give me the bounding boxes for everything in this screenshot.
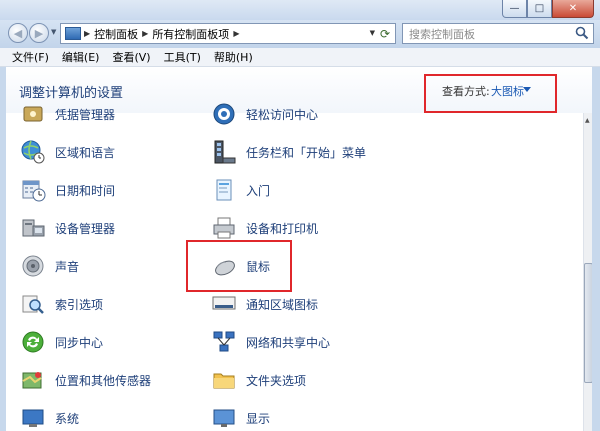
- search-placeholder: 搜索控制面板: [409, 27, 475, 41]
- scroll-up-icon[interactable]: ▲: [585, 117, 590, 124]
- view-mode-dropdown[interactable]: 大图标: [491, 83, 524, 99]
- forward-button[interactable]: ▶: [29, 23, 49, 43]
- breadcrumb-all-items[interactable]: 所有控制面板项: [152, 26, 229, 42]
- speaker-icon: [22, 255, 44, 277]
- item-label: 任务栏和「开始」菜单: [246, 145, 367, 160]
- arrow-left-icon: ◀: [13, 26, 23, 40]
- control-panel-icon: [65, 27, 81, 40]
- item-display[interactable]: 显示: [211, 403, 270, 431]
- control-panel-items: 凭据管理器 区域和语言 日期和时间 设备管理器 声音 索引选项 同步中心 位置和…: [6, 103, 582, 431]
- sync-center-icon: [22, 331, 44, 353]
- refresh-icon: ⟳: [379, 26, 391, 41]
- system-icon: [22, 409, 44, 427]
- maximize-button[interactable]: □: [527, 0, 552, 18]
- chevron-down-icon[interactable]: [523, 87, 531, 92]
- item-label: 设备管理器: [55, 221, 116, 236]
- item-label: 位置和其他传感器: [55, 373, 152, 388]
- menu-help[interactable]: 帮助(H): [214, 49, 253, 65]
- minimize-button[interactable]: —: [502, 0, 527, 18]
- item-notification-area-icons[interactable]: 通知区域图标: [211, 289, 318, 319]
- search-input[interactable]: 搜索控制面板: [402, 23, 594, 44]
- item-label: 显示: [246, 411, 271, 426]
- getting-started-icon: [216, 179, 232, 201]
- breadcrumb-control-panel[interactable]: 控制面板: [94, 26, 138, 42]
- menu-view[interactable]: 查看(V): [112, 49, 150, 65]
- item-taskbar-start-menu[interactable]: 任务栏和「开始」菜单: [211, 137, 366, 167]
- globe-clock-icon: [21, 140, 45, 164]
- item-label: 声音: [55, 259, 80, 274]
- item-folder-options[interactable]: 文件夹选项: [211, 365, 306, 395]
- item-label: 系统: [55, 411, 80, 426]
- item-mouse[interactable]: 鼠标: [211, 251, 270, 281]
- device-manager-icon: [22, 219, 45, 237]
- item-ease-of-access[interactable]: 轻松访问中心: [211, 99, 318, 129]
- printer-icon: [213, 217, 235, 239]
- item-system[interactable]: 系统: [20, 403, 79, 431]
- notification-area-icon: [212, 296, 236, 310]
- ease-of-access-icon: [213, 103, 235, 125]
- item-label: 轻松访问中心: [246, 107, 319, 122]
- network-icon: [213, 331, 235, 352]
- address-row: ◀ ▶ ▼ ▶ 控制面板 ▶ 所有控制面板项 ▶ ▼ ⟳ 搜索控制面板: [0, 20, 600, 48]
- item-sound[interactable]: 声音: [20, 251, 79, 281]
- item-credential-manager[interactable]: 凭据管理器: [20, 99, 115, 129]
- title-bar: — □ ✕: [0, 0, 600, 20]
- item-label: 网络和共享中心: [246, 335, 331, 350]
- address-dropdown-icon[interactable]: ▼: [370, 29, 375, 37]
- taskbar-icon: [214, 140, 236, 164]
- item-date-time[interactable]: 日期和时间: [20, 175, 115, 205]
- breadcrumb-separator-icon[interactable]: ▶: [142, 29, 148, 38]
- folder-options-icon: [213, 373, 235, 389]
- close-button[interactable]: ✕: [552, 0, 594, 18]
- location-sensor-icon: [22, 372, 42, 389]
- item-label: 区域和语言: [55, 145, 116, 160]
- breadcrumb-separator-icon[interactable]: ▶: [84, 29, 90, 38]
- item-network-sharing[interactable]: 网络和共享中心: [211, 327, 330, 357]
- item-device-manager[interactable]: 设备管理器: [20, 213, 115, 243]
- breadcrumb-separator-icon[interactable]: ▶: [233, 29, 239, 38]
- item-label: 鼠标: [246, 259, 271, 274]
- credential-icon: [23, 106, 43, 122]
- item-getting-started[interactable]: 入门: [211, 175, 270, 205]
- back-button[interactable]: ◀: [8, 23, 28, 43]
- item-indexing-options[interactable]: 索引选项: [20, 289, 103, 319]
- item-label: 设备和打印机: [246, 221, 319, 236]
- item-sync-center[interactable]: 同步中心: [20, 327, 103, 357]
- item-region-language[interactable]: 区域和语言: [20, 137, 115, 167]
- item-label: 入门: [246, 183, 271, 198]
- display-icon: [213, 409, 235, 427]
- menu-bar: 文件(F) 编辑(E) 查看(V) 工具(T) 帮助(H): [0, 48, 600, 67]
- vertical-scrollbar[interactable]: ▲: [583, 113, 592, 431]
- item-label: 凭据管理器: [55, 107, 116, 122]
- index-search-icon: [22, 295, 44, 314]
- item-devices-printers[interactable]: 设备和打印机: [211, 213, 318, 243]
- scrollbar-thumb[interactable]: [584, 263, 592, 383]
- menu-edit[interactable]: 编辑(E): [62, 49, 100, 65]
- item-label: 同步中心: [55, 335, 104, 350]
- view-mode-label: 查看方式:: [442, 85, 490, 98]
- window-controls: — □ ✕: [502, 0, 594, 18]
- recent-pages-dropdown[interactable]: ▼: [51, 28, 56, 36]
- item-label: 通知区域图标: [246, 297, 319, 312]
- search-icon[interactable]: [575, 26, 589, 40]
- calendar-clock-icon: [22, 180, 46, 202]
- item-label: 日期和时间: [55, 183, 116, 198]
- refresh-button[interactable]: ⟳: [377, 25, 393, 42]
- arrow-right-icon: ▶: [34, 26, 44, 40]
- item-label: 索引选项: [55, 297, 104, 312]
- menu-tools[interactable]: 工具(T): [164, 49, 201, 65]
- address-bar[interactable]: ▶ 控制面板 ▶ 所有控制面板项 ▶ ▼ ⟳: [60, 23, 396, 44]
- menu-file[interactable]: 文件(F): [12, 49, 49, 65]
- content-pane: 调整计算机的设置 查看方式: 大图标 凭据管理器 区域和语言 日期和时间 设备管…: [6, 67, 592, 431]
- item-location-sensors[interactable]: 位置和其他传感器: [20, 365, 151, 395]
- mouse-icon: [215, 260, 235, 276]
- item-label: 文件夹选项: [246, 373, 307, 388]
